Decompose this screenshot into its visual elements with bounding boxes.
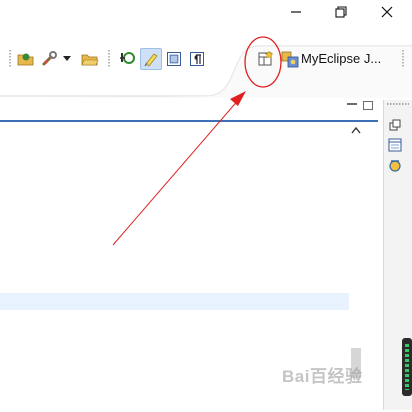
toolbar-separator: [108, 50, 110, 68]
open-perspective-icon: [258, 50, 274, 66]
minimize-icon: [291, 11, 301, 13]
main-toolbar: MyEclipse J...: [0, 38, 412, 98]
show-whitespace-button[interactable]: [186, 48, 208, 70]
outline-view-button[interactable]: [386, 136, 404, 154]
restore-icon: [335, 6, 347, 18]
close-button[interactable]: [364, 0, 410, 24]
scroll-up-icon[interactable]: [351, 126, 361, 134]
wrench-icon: [42, 51, 57, 66]
myeclipse-perspective-button[interactable]: [279, 48, 301, 70]
side-gauge: [402, 338, 412, 396]
outline-view-icon: [388, 138, 402, 152]
restore-view-button[interactable]: [386, 116, 404, 134]
open-folder-button[interactable]: [15, 48, 37, 70]
current-line-highlight: [0, 293, 349, 310]
open-perspective-button[interactable]: [255, 48, 277, 70]
highlighter-icon: [144, 53, 158, 67]
pilcrow-icon: [190, 52, 204, 66]
perspective-label[interactable]: MyEclipse J...: [301, 51, 381, 66]
close-icon: [381, 6, 393, 18]
open-folder-icon: [17, 53, 34, 66]
block-selection-button[interactable]: [163, 48, 185, 70]
gauge-level: [405, 344, 409, 390]
block-selection-icon: [167, 52, 181, 66]
project-view-icon: [389, 160, 401, 172]
minimize-view-button[interactable]: [347, 101, 357, 105]
restore-button[interactable]: [318, 0, 364, 24]
project-view-button[interactable]: [386, 156, 404, 174]
refresh-search-icon: [120, 52, 135, 64]
maximize-view-button[interactable]: [363, 101, 373, 110]
restore-view-icon: [389, 119, 401, 131]
perspective-icon: [281, 51, 299, 68]
wrench-dropdown-button[interactable]: [60, 48, 74, 70]
trim-grip[interactable]: [387, 103, 409, 105]
toolbar-separator: [9, 50, 11, 68]
refresh-search-button[interactable]: [117, 48, 139, 70]
dropdown-arrow-icon: [63, 56, 71, 61]
toggle-mark-occurrences-button[interactable]: [140, 48, 162, 70]
open-file-button[interactable]: [79, 48, 101, 70]
wrench-button[interactable]: [39, 48, 61, 70]
toolbar-separator: [402, 50, 404, 68]
watermark: Bai百经验: [282, 367, 363, 386]
minimize-button[interactable]: [273, 0, 319, 24]
open-file-icon: [81, 54, 99, 66]
